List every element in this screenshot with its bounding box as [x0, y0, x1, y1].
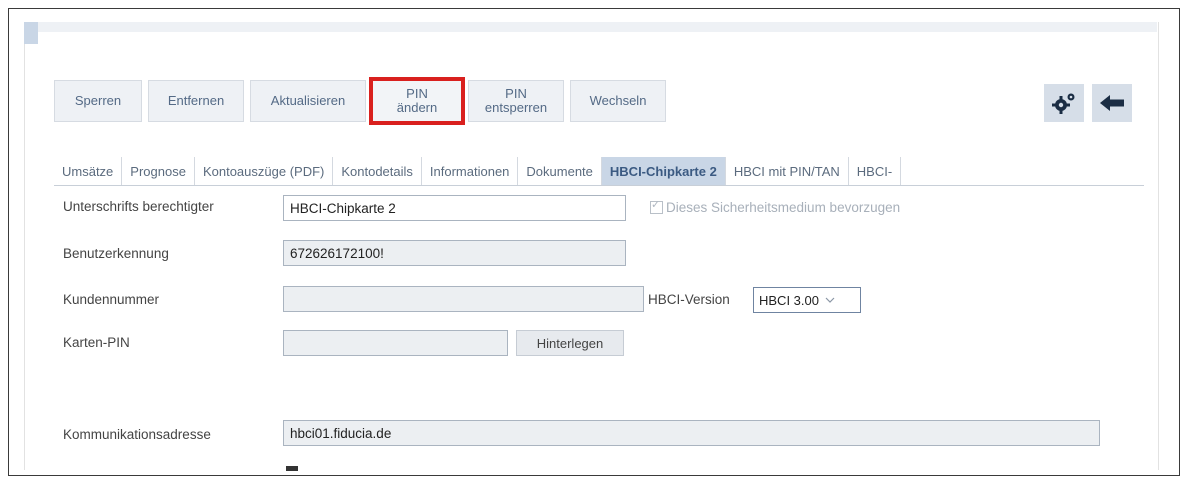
tab-label: HBCI mit PIN/TAN — [733, 163, 840, 179]
tab-label: Informationen — [429, 163, 510, 179]
tab-label: Dokumente — [526, 163, 593, 179]
signer-input[interactable] — [283, 195, 626, 221]
panel-top-bar — [38, 22, 1157, 32]
settings-gears-icon — [1052, 93, 1075, 114]
back-button[interactable] — [1092, 84, 1132, 122]
hbci-version-select[interactable]: HBCI 3.00 — [753, 287, 861, 313]
tab-label: Kontoauszüge (PDF) — [202, 163, 325, 179]
switch-button[interactable]: Wechseln — [570, 80, 666, 122]
comm-address-label: Kommunikationsadresse — [63, 427, 211, 442]
tab-hbci-chipcard-2[interactable]: HBCI-Chipkarte 2 — [601, 157, 726, 185]
tab-label: HBCI-Chipkarte 2 — [609, 163, 717, 179]
panel-corner-marker — [24, 22, 38, 44]
change-pin-line1: PIN — [406, 86, 428, 101]
unlock-pin-button[interactable]: PIN entsperren — [468, 80, 564, 122]
partial-element-marker — [286, 466, 298, 471]
checkbox-box — [650, 198, 663, 214]
refresh-button-label: Aktualisieren — [270, 93, 346, 108]
prefer-medium-checkbox[interactable]: Dieses Sicherheitsmedium bevorzugen — [650, 198, 901, 215]
remove-button-label: Entfernen — [167, 93, 225, 108]
tab-label: Umsätze — [62, 163, 114, 179]
card-pin-input[interactable] — [283, 330, 508, 356]
remove-button[interactable]: Entfernen — [148, 80, 244, 122]
hbci-version-value: HBCI 3.00 — [759, 292, 819, 308]
tab-forecast[interactable]: Prognose — [122, 157, 195, 185]
hbci-version-label: HBCI-Version — [648, 292, 730, 307]
lock-button-label: Sperren — [74, 93, 122, 108]
card-pin-label: Karten-PIN — [63, 335, 130, 350]
change-pin-button[interactable]: PIN ändern — [369, 77, 465, 125]
tab-hbci-pin-tan[interactable]: HBCI mit PIN/TAN — [726, 157, 849, 185]
user-id-field[interactable] — [283, 240, 626, 266]
comm-address-field[interactable] — [283, 420, 1100, 446]
tab-label: HBCI- — [856, 163, 893, 179]
customer-number-label: Kundennummer — [63, 292, 160, 307]
back-arrow-icon — [1100, 95, 1124, 111]
tab-label: Prognose — [130, 163, 186, 179]
tab-documents[interactable]: Dokumente — [518, 157, 602, 185]
icon-toolbar — [1044, 84, 1132, 122]
change-pin-line2: ändern — [396, 100, 438, 115]
tab-information[interactable]: Informationen — [422, 157, 519, 185]
prefer-medium-label: Dieses Sicherheitsmedium bevorzugen — [666, 200, 901, 215]
store-pin-button[interactable]: Hinterlegen — [516, 330, 624, 356]
user-id-label: Benutzerkennung — [63, 246, 169, 261]
refresh-button[interactable]: Aktualisieren — [250, 80, 366, 122]
chevron-down-icon — [825, 297, 835, 303]
switch-button-label: Wechseln — [589, 93, 647, 108]
tab-hbci-more[interactable]: HBCI- — [849, 157, 902, 185]
tab-account-details[interactable]: Kontodetails — [333, 157, 422, 185]
unlock-pin-line2: entsperren — [484, 100, 548, 115]
tab-label: Kontodetails — [341, 163, 413, 179]
unlock-pin-line1: PIN — [505, 86, 527, 101]
signer-label: Unterschrifts berechtigter — [63, 199, 214, 214]
customer-number-field[interactable] — [283, 286, 644, 312]
store-pin-button-label: Hinterlegen — [536, 335, 604, 351]
tab-bar: Umsätze Prognose Kontoauszüge (PDF) Kont… — [54, 157, 1144, 186]
settings-button[interactable] — [1044, 84, 1084, 122]
tab-statements-pdf[interactable]: Kontoauszüge (PDF) — [195, 157, 334, 185]
action-toolbar: Sperren Entfernen Aktualisieren PIN ände… — [54, 77, 666, 125]
tab-transactions[interactable]: Umsätze — [54, 157, 123, 185]
lock-button[interactable]: Sperren — [54, 80, 142, 122]
